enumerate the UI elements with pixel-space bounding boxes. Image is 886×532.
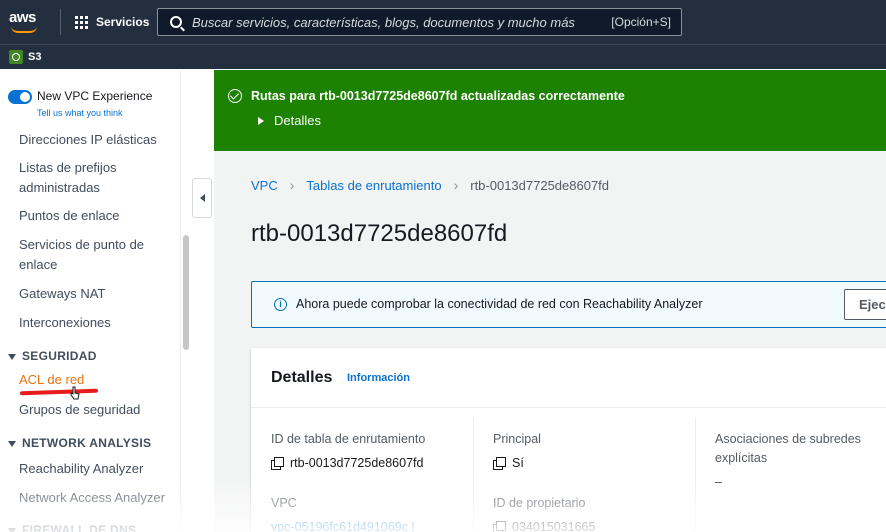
caret-down-icon [8, 527, 16, 532]
breadcrumb-vpc[interactable]: VPC [251, 178, 278, 193]
details-container: Detalles Información ID de tabla de enru… [251, 348, 886, 532]
route-table-id-label: ID de tabla de enrutamiento [271, 432, 426, 446]
search-icon [170, 16, 182, 28]
sidebar-item-nat-gateways[interactable]: Gateways NAT [19, 284, 177, 304]
s3-icon[interactable] [9, 50, 23, 64]
new-vpc-experience-label: New VPC Experience [37, 89, 153, 103]
pointer-cursor-icon [70, 386, 80, 400]
main-label: Principal [493, 432, 541, 446]
owner-id-label: ID de propietario [493, 496, 586, 510]
top-navigation: aws Servicios [Opción+S] [0, 0, 886, 44]
services-menu-button[interactable]: Servicios [75, 15, 149, 29]
column-divider [695, 418, 696, 532]
aws-smile-icon [11, 26, 37, 33]
main-content: Rutas para rtb-0013d7725de8607fd actuali… [214, 70, 886, 532]
sidebar-item-reachability-analyzer[interactable]: Reachability Analyzer [19, 459, 177, 479]
new-vpc-experience-toggle[interactable] [8, 90, 32, 104]
column-divider [473, 418, 474, 532]
caret-down-icon [8, 440, 16, 447]
check-circle-icon [228, 89, 242, 103]
main-value-text: Sí [512, 456, 524, 470]
sidebar-item-network-access-analyzer[interactable]: Network Access Analyzer [19, 488, 177, 508]
route-table-id-text: rtb-0013d7725de8607fd [290, 456, 424, 470]
search-shortcut: [Opción+S] [611, 15, 671, 29]
sidebar-item-prefix-lists[interactable]: Listas de prefijos administradas [19, 158, 177, 198]
flash-details-label: Detalles [274, 113, 321, 128]
owner-id-value: 034015031665 [493, 520, 595, 532]
main-value: Sí [493, 456, 524, 470]
vpc-label: VPC [271, 496, 297, 510]
aws-logo-text: aws [9, 9, 36, 26]
search-bar[interactable]: [Opción+S] [157, 8, 682, 36]
info-panel: i Ahora puede comprobar la conectividad … [251, 281, 886, 328]
copy-icon[interactable] [493, 521, 506, 532]
sidebar-item-security-groups[interactable]: Grupos de seguridad [19, 400, 177, 420]
favorite-s3-link[interactable]: S3 [28, 51, 41, 63]
breadcrumb-route-tables[interactable]: Tablas de enrutamiento [306, 178, 441, 193]
feedback-link[interactable]: Tell us what you think [37, 108, 123, 118]
sidebar-scrollbar[interactable] [183, 235, 189, 350]
nav-divider [60, 9, 61, 35]
sidebar-item-endpoints[interactable]: Puntos de enlace [19, 206, 177, 226]
vpc-link[interactable]: vpc-05196fc61d491069c | [271, 520, 415, 532]
sidebar-item-peering[interactable]: Interconexiones [19, 313, 177, 333]
section-network-analysis-label: NETWORK ANALYSIS [22, 436, 152, 450]
flash-message: Rutas para rtb-0013d7725de8607fd actuali… [251, 89, 625, 103]
details-title: Detalles [271, 369, 333, 386]
caret-down-icon [8, 353, 16, 360]
sidebar-item-endpoint-services[interactable]: Servicios de punto de enlace [19, 235, 177, 275]
subnet-associations-label: Asociaciones de subredes explícitas [715, 432, 861, 465]
breadcrumb: VPC › Tablas de enrutamiento › rtb-0013d… [251, 177, 609, 193]
owner-id-text: 034015031665 [512, 520, 596, 532]
copy-icon[interactable] [493, 457, 506, 470]
details-divider [251, 407, 886, 408]
section-network-analysis[interactable]: NETWORK ANALYSIS [8, 436, 151, 450]
chevron-right-icon: › [453, 177, 459, 193]
caret-right-icon [258, 116, 264, 125]
success-flash-banner: Rutas para rtb-0013d7725de8607fd actuali… [214, 70, 886, 151]
flash-details-toggle[interactable]: Detalles [258, 113, 321, 128]
info-message: Ahora puede comprobar la conectividad de… [296, 297, 703, 311]
favorites-bar: S3 [0, 44, 886, 69]
chevron-right-icon: › [289, 177, 295, 193]
aws-logo[interactable]: aws [4, 0, 48, 44]
route-table-id-value: rtb-0013d7725de8607fd [271, 456, 423, 470]
info-icon: i [274, 298, 287, 311]
section-security-label: SEGURIDAD [22, 349, 97, 363]
details-info-link[interactable]: Información [347, 372, 410, 384]
section-dns-firewall-label: FIREWALL DE DNS [22, 523, 137, 532]
sidebar-item-elastic-ips[interactable]: Direcciones IP elásticas [19, 130, 177, 150]
sidebar-item-network-acls[interactable]: ACL de red [19, 370, 177, 390]
sidebar-navigation: New VPC Experience Tell us what you thin… [0, 70, 181, 532]
run-analyzer-button[interactable]: Ejec [844, 289, 886, 320]
section-security[interactable]: SEGURIDAD [8, 349, 97, 363]
services-label: Servicios [96, 15, 150, 29]
breadcrumb-current: rtb-0013d7725de8607fd [470, 177, 610, 193]
subnet-associations-value: – [715, 475, 722, 489]
page-title: rtb-0013d7725de8607fd [251, 220, 508, 247]
grid-icon [75, 15, 88, 29]
search-input[interactable] [192, 14, 592, 30]
section-dns-firewall[interactable]: FIREWALL DE DNS [8, 523, 136, 532]
collapse-sidebar-button[interactable] [192, 178, 212, 218]
copy-icon[interactable] [271, 457, 284, 470]
